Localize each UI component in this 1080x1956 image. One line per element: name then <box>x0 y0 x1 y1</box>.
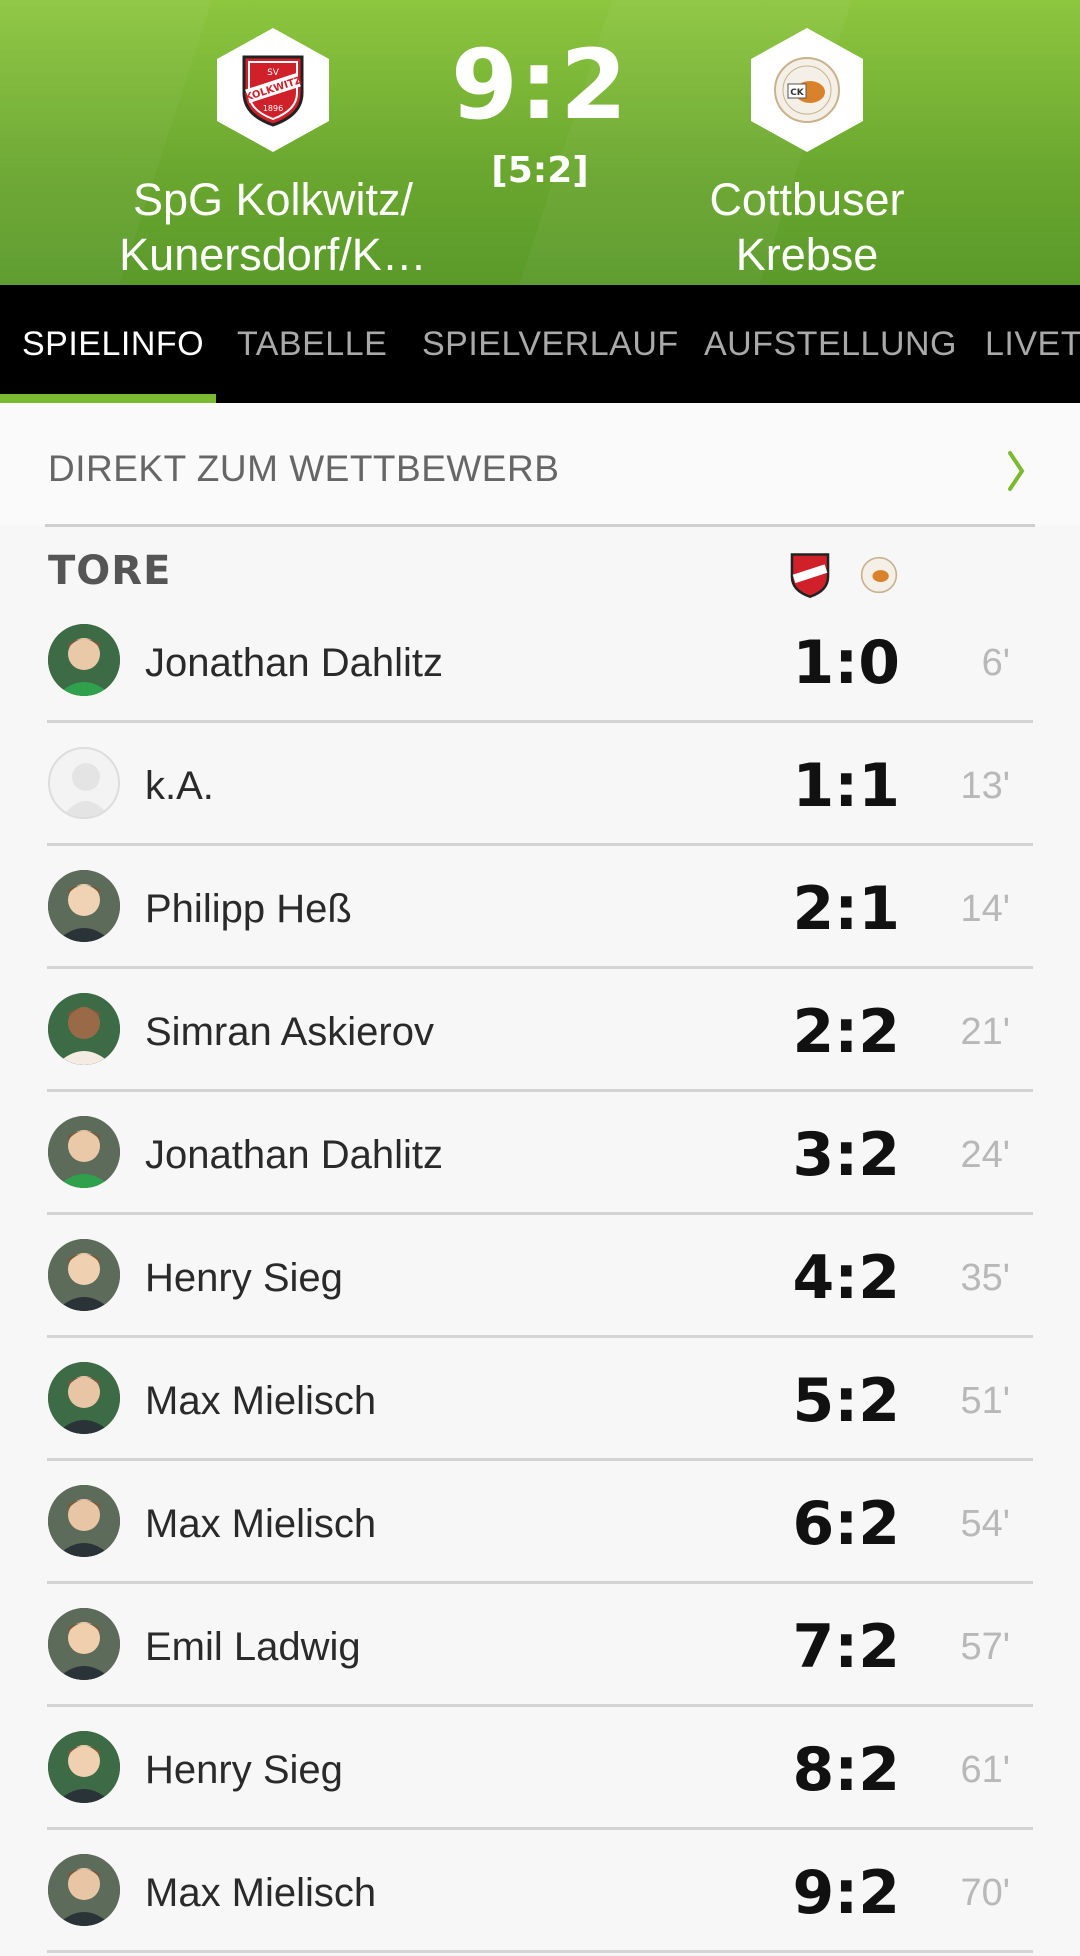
goal-row[interactable]: Emil Ladwig 7:2 57' <box>0 1584 1080 1707</box>
away-crest-text: CK <box>790 88 805 98</box>
competition-link-label: DIREKT ZUM WETTBEWERB <box>48 448 560 489</box>
goal-minute: 70' <box>960 1872 1010 1914</box>
goal-list: Jonathan Dahlitz 1:0 6' k.A. 1:1 13' Phi… <box>0 600 1080 1953</box>
tab-liveticker[interactable]: LIVET <box>985 285 1080 403</box>
goal-row[interactable]: Max Mielisch 6:2 54' <box>0 1461 1080 1584</box>
goal-scorer: Emil Ladwig <box>145 1625 361 1669</box>
goal-scorer: Henry Sieg <box>145 1256 343 1300</box>
player-avatar <box>48 1854 120 1926</box>
goal-minute: 24' <box>960 1134 1010 1176</box>
goal-scorer: Philipp Heß <box>145 887 352 931</box>
tab-spielinfo[interactable]: SPIELINFO <box>22 285 204 403</box>
tab-aufstellung[interactable]: AUFSTELLUNG <box>704 285 957 403</box>
goal-score: 2:2 <box>792 997 901 1067</box>
goal-minute: 14' <box>960 888 1010 930</box>
goal-row[interactable]: Jonathan Dahlitz 3:2 24' <box>0 1092 1080 1215</box>
home-team-mini-crest <box>790 553 830 598</box>
player-avatar <box>48 870 120 942</box>
divider <box>47 1950 1033 1953</box>
goal-scorer: Max Mielisch <box>145 1871 377 1915</box>
home-crest-small: SV <box>267 68 280 78</box>
goal-minute: 57' <box>960 1626 1010 1668</box>
player-avatar <box>48 1485 120 1557</box>
goal-score: 2:1 <box>792 874 901 944</box>
goal-score: 7:2 <box>792 1612 901 1682</box>
goal-scorer: Henry Sieg <box>145 1748 343 1792</box>
competition-link[interactable]: DIREKT ZUM WETTBEWERB <box>0 403 1080 525</box>
goal-scorer: Jonathan Dahlitz <box>145 1133 443 1177</box>
goal-scorer: Jonathan Dahlitz <box>145 641 443 685</box>
player-avatar <box>48 1239 120 1311</box>
goal-row[interactable]: Max Mielisch 5:2 51' <box>0 1338 1080 1461</box>
goal-minute: 21' <box>960 1011 1010 1053</box>
divider <box>45 524 1035 527</box>
goal-row[interactable]: Simran Askierov 2:2 21' <box>0 969 1080 1092</box>
player-avatar <box>48 1731 120 1803</box>
player-avatar <box>48 993 120 1065</box>
goal-minute: 35' <box>960 1257 1010 1299</box>
player-avatar <box>48 1362 120 1434</box>
goal-score: 5:2 <box>792 1366 901 1436</box>
goal-minute: 13' <box>960 765 1010 807</box>
goal-scorer: Simran Askierov <box>145 1010 434 1054</box>
home-team-crest: SV KOLKWITZ 1896 <box>217 28 329 152</box>
goals-section-title: TORE <box>48 548 172 594</box>
match-header: SV KOLKWITZ 1896 SpG Kolkwitz/ Kunersdor… <box>0 0 1080 285</box>
goal-row[interactable]: Henry Sieg 8:2 61' <box>0 1707 1080 1830</box>
active-tab-indicator <box>0 394 216 403</box>
goal-score: 3:2 <box>792 1120 901 1190</box>
goal-scorer: k.A. <box>145 764 214 808</box>
tab-bar: SPIELINFO TABELLE SPIELVERLAUF AUFSTELLU… <box>0 285 1080 403</box>
goal-minute: 51' <box>960 1380 1010 1422</box>
goal-row[interactable]: Henry Sieg 4:2 35' <box>0 1215 1080 1338</box>
goal-row[interactable]: Max Mielisch 9:2 70' <box>0 1830 1080 1953</box>
player-avatar <box>48 1608 120 1680</box>
goal-score: 1:1 <box>792 751 901 821</box>
goal-scorer: Max Mielisch <box>145 1502 377 1546</box>
goal-scorer: Max Mielisch <box>145 1379 377 1423</box>
final-score: 9:2 <box>451 29 629 141</box>
goal-score: 1:0 <box>792 628 901 698</box>
halftime-score: [5:2] <box>491 150 589 191</box>
player-avatar <box>48 624 120 696</box>
home-crest-year: 1896 <box>263 104 283 113</box>
goal-score: 9:2 <box>792 1858 901 1928</box>
goal-minute: 54' <box>960 1503 1010 1545</box>
away-team-name: Cottbuser Krebse <box>709 174 905 280</box>
away-team-crest: CK <box>751 28 863 152</box>
goal-minute: 61' <box>960 1749 1010 1791</box>
away-team[interactable]: CK Cottbuser Krebse <box>617 28 997 282</box>
home-team[interactable]: SV KOLKWITZ 1896 SpG Kolkwitz/ Kunersdor… <box>83 28 463 282</box>
player-avatar <box>48 747 120 819</box>
goal-row[interactable]: Philipp Heß 2:1 14' <box>0 846 1080 969</box>
tab-tabelle[interactable]: TABELLE <box>237 285 387 403</box>
goal-score: 8:2 <box>792 1735 901 1805</box>
goal-minute: 6' <box>981 642 1010 684</box>
goal-score: 4:2 <box>792 1243 901 1313</box>
chevron-right-icon <box>1008 451 1025 491</box>
goal-row[interactable]: k.A. 1:1 13' <box>0 723 1080 846</box>
goal-score: 6:2 <box>792 1489 901 1559</box>
home-team-name: SpG Kolkwitz/ Kunersdorf/K… <box>119 174 427 280</box>
goal-row[interactable]: Jonathan Dahlitz 1:0 6' <box>0 600 1080 723</box>
away-team-mini-crest <box>860 556 898 594</box>
tab-spielverlauf[interactable]: SPIELVERLAUF <box>422 285 679 403</box>
player-avatar <box>48 1116 120 1188</box>
